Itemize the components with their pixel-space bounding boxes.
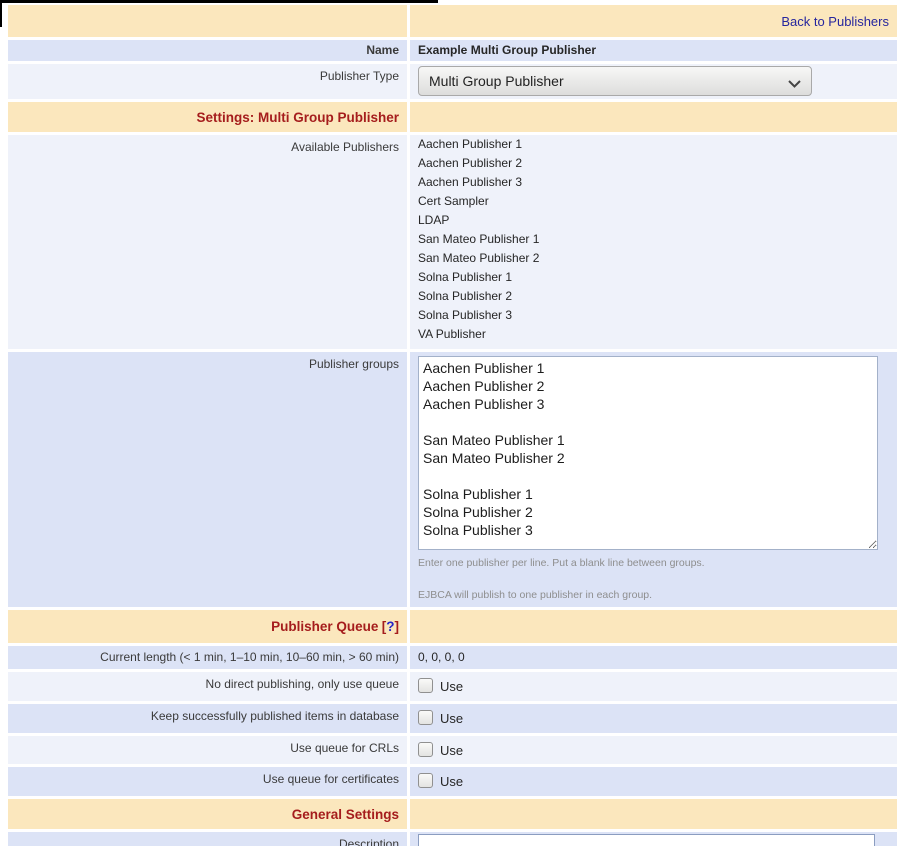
keep-published-items-field: Use [418,704,891,726]
list-item: San Mateo Publisher 1 [418,230,891,249]
list-item: Aachen Publisher 2 [418,154,891,173]
keep-published-items-checkbox[interactable] [418,710,433,725]
name-value: Example Multi Group Publisher [410,40,897,61]
general-section-title: General Settings [292,807,399,822]
list-item: Solna Publisher 2 [418,287,891,306]
checkbox-label: Use [440,710,463,726]
checkbox-label: Use [440,773,463,789]
list-item: LDAP [418,211,891,230]
list-item: Aachen Publisher 3 [418,173,891,192]
checkbox-label: Use [440,742,463,758]
use-queue-crls-checkbox[interactable] [418,742,433,757]
use-queue-certificates-field: Use [418,767,891,789]
list-item: Aachen Publisher 1 [418,135,891,154]
list-item: VA Publisher [418,325,891,344]
help-bracket-close: ] [395,619,400,634]
publisher-groups-cell: Aachen Publisher 1 Aachen Publisher 2 Aa… [410,352,897,607]
publisher-type-cell: Multi Group Publisher [410,64,897,99]
list-item: Solna Publisher 1 [418,268,891,287]
available-publishers-cell: Aachen Publisher 1 Aachen Publisher 2 Aa… [410,135,897,349]
description-input[interactable] [418,834,875,846]
list-item: Solna Publisher 3 [418,306,891,325]
checkbox-label: Use [440,678,463,694]
name-label: Name [8,40,407,61]
no-direct-publishing-field: Use [418,672,891,694]
use-queue-crls-field: Use [418,736,891,758]
publisher-groups-textarea[interactable]: Aachen Publisher 1 Aachen Publisher 2 Aa… [418,356,878,550]
settings-section-title: Settings: Multi Group Publisher [197,110,400,125]
description-label: Description [8,832,407,846]
top-bar-left [8,5,407,37]
use-queue-certificates-checkbox[interactable] [418,773,433,788]
keep-published-items-label: Keep successfully published items in dat… [8,704,407,733]
no-direct-publishing-label: No direct publishing, only use queue [8,672,407,701]
current-length-label: Current length (< 1 min, 1–10 min, 10–60… [8,646,407,669]
publisher-edit-table: Back to Publishers Name Example Multi Gr… [5,2,900,846]
frame-border-left [0,0,2,27]
queue-help-link[interactable]: ? [386,619,394,634]
back-to-publishers-link[interactable]: Back to Publishers [781,14,889,29]
publisher-type-select[interactable]: Multi Group Publisher [418,66,812,96]
queue-section-title: Publisher Queue [271,619,378,634]
list-item: Cert Sampler [418,192,891,211]
use-queue-crls-label: Use queue for CRLs [8,736,407,764]
queue-section-header: Publisher Queue [?] [8,610,407,643]
publisher-type-label: Publisher Type [8,64,407,99]
settings-section-header: Settings: Multi Group Publisher [8,102,407,132]
publisher-groups-help-2: EJBCA will publish to one publisher in e… [418,589,891,607]
general-section-header: General Settings [8,799,407,829]
list-item: San Mateo Publisher 2 [418,249,891,268]
publisher-groups-help-1: Enter one publisher per line. Put a blan… [418,557,891,569]
publisher-groups-label: Publisher groups [8,352,407,607]
frame-border-top [0,0,438,3]
current-length-value: 0, 0, 0, 0 [410,646,897,669]
available-publishers-label: Available Publishers [8,135,407,349]
top-bar-right: Back to Publishers [410,5,897,37]
available-publishers-list: Aachen Publisher 1 Aachen Publisher 2 Aa… [418,135,891,344]
use-queue-certificates-label: Use queue for certificates [8,767,407,796]
no-direct-publishing-checkbox[interactable] [418,678,433,693]
